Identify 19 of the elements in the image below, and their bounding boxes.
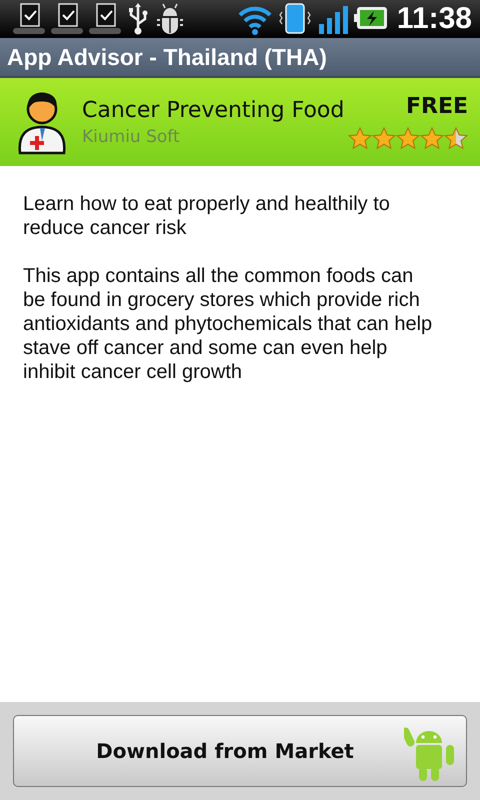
download-done-icon: [88, 2, 122, 36]
clock-time: 11:38: [396, 2, 472, 36]
star-icon: [444, 127, 468, 150]
app-title: App Advisor - Thailand (THA): [7, 44, 327, 70]
developer-name: Kiumiu Soft: [82, 126, 181, 146]
description-paragraph: Learn how to eat properly and healthily to reduce cancer risk: [23, 192, 391, 240]
bug-icon: [154, 2, 186, 36]
star-icon: [372, 127, 396, 150]
download-button[interactable]: Download from Market: [13, 715, 467, 787]
usb-icon: [126, 2, 150, 36]
star-icon: [348, 127, 372, 150]
app-name: Cancer Preventing Food: [82, 98, 346, 122]
download-done-icon: [12, 2, 46, 36]
price-label: FREE: [406, 94, 468, 119]
star-icon: [396, 127, 420, 150]
vibrate-icon: [276, 2, 313, 36]
star-icon: [420, 127, 444, 150]
description-paragraph: This app contains all the common foods can be found in grocery stores which provide rich antioxidants and phytochemicals that can help stave off cancer and some can even help inhibit cancer cell growth: [23, 264, 434, 384]
download-done-icon: [50, 2, 84, 36]
